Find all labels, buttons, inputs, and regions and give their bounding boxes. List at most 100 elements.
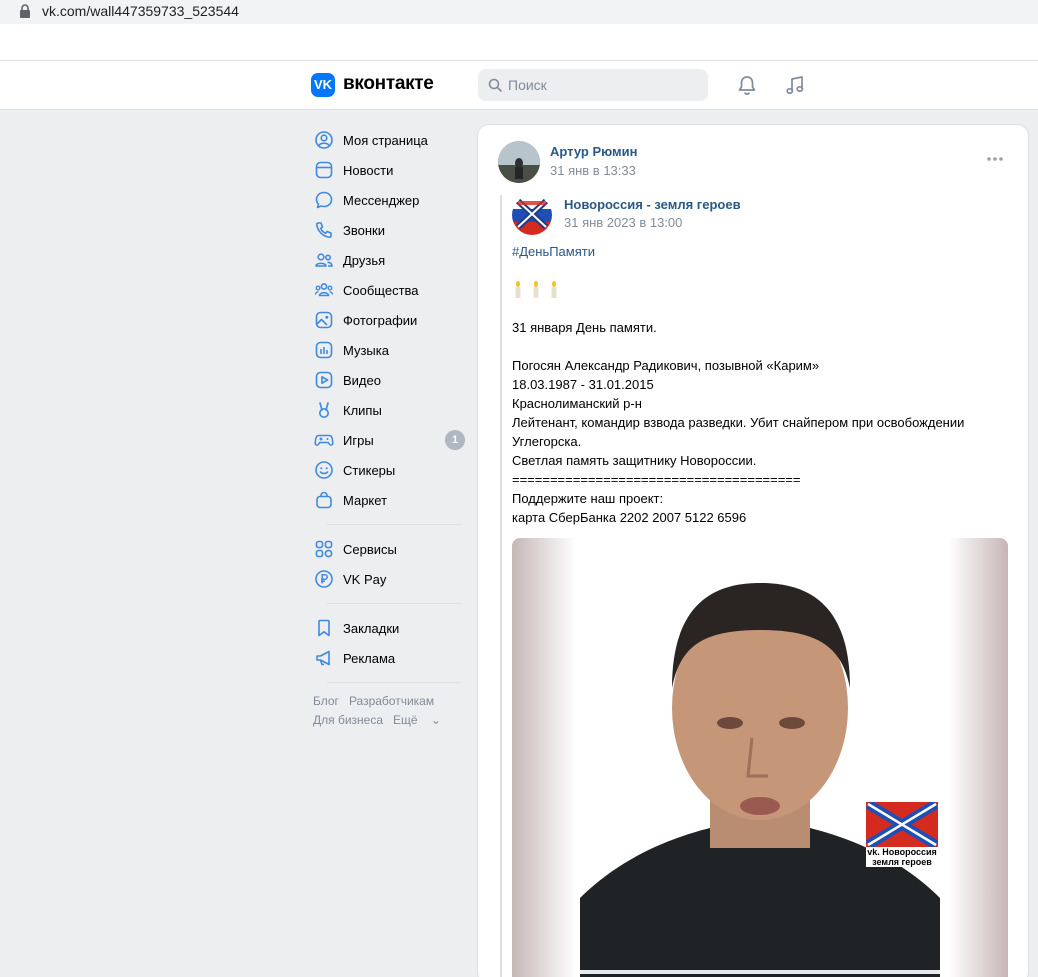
menu-item-stickers[interactable]: Стикеры bbox=[311, 455, 466, 485]
music-note-icon[interactable] bbox=[784, 74, 806, 96]
footer-more-label: Ещё bbox=[393, 713, 418, 727]
menu-divider bbox=[327, 682, 461, 683]
author-avatar[interactable] bbox=[498, 141, 540, 183]
profile-icon bbox=[315, 131, 333, 149]
menu-item-news[interactable]: Новости bbox=[311, 155, 466, 185]
photo-portrait bbox=[580, 538, 940, 977]
photo-watermark: vk. Новороссия земля героев bbox=[866, 847, 938, 867]
text-line: Погосян Александр Радикович, позывной «К… bbox=[512, 358, 820, 373]
friends-icon bbox=[315, 253, 333, 267]
menu-label: Клипы bbox=[343, 402, 382, 418]
news-icon bbox=[315, 161, 333, 179]
lock-icon bbox=[20, 4, 30, 18]
photo-watermark-line: vk. Новороссия bbox=[867, 847, 937, 857]
menu-item-bookmarks[interactable]: Закладки bbox=[311, 613, 466, 643]
menu-label: Сервисы bbox=[343, 541, 397, 557]
more-options-icon[interactable] bbox=[986, 156, 1004, 162]
games-icon bbox=[314, 434, 334, 446]
bell-icon[interactable] bbox=[736, 74, 758, 96]
footer-link-more[interactable]: Ещё ⌄ bbox=[393, 713, 451, 727]
text-line: Светлая память защитнику Новороссии. bbox=[512, 453, 757, 468]
photo-strip bbox=[580, 970, 940, 974]
menu-label: Закладки bbox=[343, 620, 400, 636]
menu-item-calls[interactable]: Звонки bbox=[311, 215, 466, 245]
text-blank-line bbox=[512, 337, 1012, 356]
search-box[interactable] bbox=[478, 69, 708, 101]
author-name[interactable]: Артур Рюмин bbox=[550, 144, 638, 159]
group-name[interactable]: Новороссия - земля героев bbox=[564, 197, 741, 212]
vkpay-icon bbox=[315, 570, 333, 588]
menu-item-market[interactable]: Маркет bbox=[311, 485, 466, 515]
candle-icon bbox=[551, 281, 557, 298]
services-icon bbox=[315, 540, 333, 558]
menu-label: Новости bbox=[343, 162, 394, 178]
text-line: Краснолиманский р-н bbox=[512, 396, 642, 411]
ads-icon bbox=[316, 650, 330, 666]
menu-label: Видео bbox=[343, 372, 381, 388]
footer-link-business[interactable]: Для бизнеса bbox=[313, 713, 383, 727]
photos-icon bbox=[315, 311, 333, 329]
menu-item-photos[interactable]: Фотографии bbox=[311, 305, 466, 335]
clips-icon bbox=[319, 402, 329, 418]
menu-item-my-page[interactable]: Моя страница bbox=[311, 125, 466, 155]
menu-item-communities[interactable]: Сообщества bbox=[311, 275, 466, 305]
menu-label: Музыка bbox=[343, 342, 389, 358]
post-photo[interactable]: vk. Новороссия земля героев bbox=[512, 538, 1008, 977]
repost-line bbox=[500, 195, 502, 977]
photo-watermark-line: земля героев bbox=[872, 857, 932, 867]
menu-item-video[interactable]: Видео bbox=[311, 365, 466, 395]
music-icon bbox=[315, 341, 333, 359]
group-avatar[interactable] bbox=[512, 195, 552, 235]
hashtag-link[interactable]: #ДеньПамяти bbox=[512, 242, 1012, 261]
post-text: #ДеньПамяти 31 января День памяти. Погос… bbox=[512, 242, 1012, 527]
menu-label: Реклама bbox=[343, 650, 396, 666]
messenger-icon bbox=[315, 191, 333, 209]
footer-link-blog[interactable]: Блог bbox=[313, 694, 339, 708]
text-line: Лейтенант, командир взвода разведки. Уби… bbox=[512, 415, 965, 430]
text-line: ====================================== bbox=[512, 472, 801, 487]
menu-divider bbox=[327, 524, 461, 525]
text-line: карта СберБанка 2202 2007 5122 6596 bbox=[512, 510, 747, 525]
menu-item-messenger[interactable]: Мессенджер bbox=[311, 185, 466, 215]
stickers-icon bbox=[315, 461, 333, 479]
footer-link-developers[interactable]: Разработчикам bbox=[349, 694, 434, 708]
candle-icon bbox=[515, 281, 521, 298]
menu-label: Сообщества bbox=[343, 282, 419, 298]
vk-wordmark[interactable]: вконтакте bbox=[343, 73, 434, 95]
avatar-photo-icon bbox=[498, 141, 540, 183]
text-line: 18.03.1987 - 31.01.2015 bbox=[512, 377, 654, 392]
games-count-badge: 1 bbox=[445, 430, 465, 450]
menu-item-vk-pay[interactable]: VK Pay bbox=[311, 564, 466, 594]
menu-item-services[interactable]: Сервисы bbox=[311, 534, 466, 564]
search-input[interactable] bbox=[508, 69, 698, 101]
menu-item-music[interactable]: Музыка bbox=[311, 335, 466, 365]
novorossiya-flag-icon bbox=[512, 195, 552, 235]
address-bar[interactable]: vk.com/wall447359733_523544 bbox=[0, 0, 1038, 24]
menu-label: Звонки bbox=[343, 222, 385, 238]
menu-item-ads[interactable]: Реклама bbox=[311, 643, 466, 673]
post-time[interactable]: 31 янв в 13:33 bbox=[550, 163, 636, 178]
menu-label: Фотографии bbox=[343, 312, 418, 328]
left-menu: Моя страница Новости Мессенджер Звонки Д… bbox=[311, 125, 466, 730]
candle-icon bbox=[533, 281, 539, 298]
menu-item-clips[interactable]: Клипы bbox=[311, 395, 466, 425]
phone-icon bbox=[315, 222, 332, 239]
video-icon bbox=[315, 371, 333, 389]
address-url[interactable]: vk.com/wall447359733_523544 bbox=[42, 3, 239, 19]
text-line: Углегорска. bbox=[512, 434, 582, 449]
menu-divider bbox=[327, 603, 461, 604]
vk-header: VK вконтакте bbox=[0, 60, 1038, 110]
menu-label: Моя страница bbox=[343, 132, 428, 148]
menu-label: Стикеры bbox=[343, 462, 396, 478]
bookmarks-icon bbox=[318, 619, 330, 637]
menu-item-games[interactable]: Игры 1 bbox=[311, 425, 466, 455]
search-icon bbox=[488, 78, 502, 92]
text-line: Поддержите наш проект: bbox=[512, 491, 664, 506]
chevron-down-icon: ⌄ bbox=[430, 713, 441, 727]
repost-time[interactable]: 31 янв 2023 в 13:00 bbox=[564, 215, 682, 230]
vk-logo[interactable]: VK bbox=[311, 73, 335, 97]
menu-label: Мессенджер bbox=[343, 192, 420, 208]
candle-emojis bbox=[512, 280, 1012, 299]
toolbar-gap bbox=[0, 24, 1038, 60]
menu-item-friends[interactable]: Друзья bbox=[311, 245, 466, 275]
